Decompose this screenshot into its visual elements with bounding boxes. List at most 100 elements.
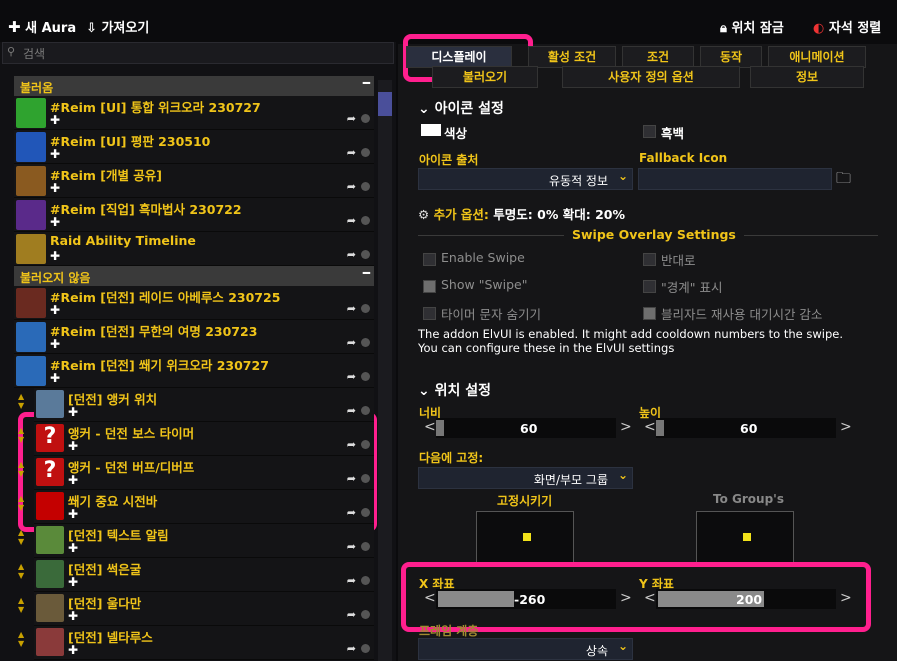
reorder-icon[interactable]: ▲ ▼ bbox=[18, 392, 24, 410]
share-icon[interactable]: ➦ bbox=[347, 472, 356, 485]
share-icon[interactable]: ➦ bbox=[347, 404, 356, 417]
color-swatch[interactable] bbox=[421, 124, 441, 136]
share-icon[interactable]: ➦ bbox=[347, 642, 356, 655]
icon-settings-header[interactable]: ⌄ 아이콘 설정 bbox=[418, 98, 504, 118]
plus-icon[interactable]: ✚ bbox=[50, 113, 60, 127]
share-icon[interactable]: ➦ bbox=[347, 540, 356, 553]
aura-list-item[interactable]: #Reim [던전] 쐐기 위크오라 230727 ✚ ➦ bbox=[14, 354, 374, 388]
group-header-loaded[interactable]: 불러옴 ━ bbox=[14, 76, 374, 96]
tab-4[interactable]: 애니메이션 bbox=[768, 46, 866, 68]
list-scrollbar[interactable] bbox=[378, 80, 392, 661]
reorder-icon[interactable]: ▲ ▼ bbox=[18, 630, 24, 648]
tab2-1[interactable]: 사용자 정의 옵션 bbox=[562, 66, 740, 88]
import-button[interactable]: ⇩ 가져오기 bbox=[86, 17, 149, 36]
aura-list-item[interactable]: #Reim [개별 공유] ✚ ➦ bbox=[14, 164, 374, 198]
lock-position-button[interactable]: 🔒︎ 위치 잠금 bbox=[720, 17, 784, 36]
share-icon[interactable]: ➦ bbox=[347, 214, 356, 227]
plus-icon[interactable]: ✚ bbox=[50, 371, 60, 385]
reorder-icon[interactable]: ▲ ▼ bbox=[18, 460, 24, 478]
search-input[interactable]: ⚲ 검색 bbox=[2, 42, 394, 64]
load-status-icon[interactable] bbox=[361, 114, 370, 123]
position-settings-header[interactable]: ⌄ 위치 설정 bbox=[418, 380, 491, 400]
show-swipe-checkbox[interactable] bbox=[423, 280, 436, 293]
load-status-icon[interactable] bbox=[361, 474, 370, 483]
tab2-0[interactable]: 불러오기 bbox=[432, 66, 538, 88]
anchor-dropdown[interactable]: 화면/부모 그룹 ⌄ bbox=[418, 467, 633, 489]
load-status-icon[interactable] bbox=[361, 508, 370, 517]
tab2-2[interactable]: 정보 bbox=[750, 66, 864, 88]
share-icon[interactable]: ➦ bbox=[347, 248, 356, 261]
tab-1[interactable]: 활성 조건 bbox=[528, 46, 616, 68]
aura-type-icon[interactable]: ✚ bbox=[68, 439, 78, 453]
collapse-icon[interactable]: ━ bbox=[363, 76, 370, 90]
chevron-right-icon[interactable]: > bbox=[840, 419, 852, 435]
share-icon[interactable]: ➦ bbox=[347, 112, 356, 125]
chevron-left-icon[interactable]: < bbox=[644, 419, 656, 435]
aura-list-item[interactable]: #Reim [직업] 흑마법사 230722 ✚ ➦ bbox=[14, 198, 374, 232]
hide-timer-checkbox[interactable] bbox=[423, 307, 436, 320]
plus-icon[interactable]: ✚ bbox=[50, 181, 60, 195]
load-status-icon[interactable] bbox=[361, 576, 370, 585]
share-icon[interactable]: ➦ bbox=[347, 574, 356, 587]
aura-list-item[interactable]: Raid Ability Timeline ✚ ➦ bbox=[14, 232, 374, 266]
plus-icon[interactable]: ✚ bbox=[50, 215, 60, 229]
aura-type-icon[interactable]: ✚ bbox=[68, 643, 78, 657]
load-status-icon[interactable] bbox=[361, 304, 370, 313]
group-header-unloaded[interactable]: 불러오지 않음 ━ bbox=[14, 266, 374, 286]
load-status-icon[interactable] bbox=[361, 406, 370, 415]
load-status-icon[interactable] bbox=[361, 250, 370, 259]
new-aura-button[interactable]: ✚ 새 Aura bbox=[8, 17, 76, 36]
aura-list-item[interactable]: [던전] 울다만 ✚ ➦ ▲ ▼ bbox=[18, 592, 374, 626]
aura-list-item[interactable]: ? 앵커 - 던전 버프/디버프 ✚ ➦ ▲ ▼ bbox=[18, 456, 374, 490]
share-icon[interactable]: ➦ bbox=[347, 438, 356, 451]
reorder-icon[interactable]: ▲ ▼ bbox=[18, 596, 24, 614]
load-status-icon[interactable] bbox=[361, 148, 370, 157]
load-status-icon[interactable] bbox=[361, 372, 370, 381]
aura-type-icon[interactable]: ✚ bbox=[68, 541, 78, 555]
load-status-icon[interactable] bbox=[361, 440, 370, 449]
load-status-icon[interactable] bbox=[361, 610, 370, 619]
share-icon[interactable]: ➦ bbox=[347, 336, 356, 349]
load-status-icon[interactable] bbox=[361, 644, 370, 653]
scrollbar-thumb[interactable] bbox=[378, 92, 392, 116]
aura-list-item[interactable]: 쐐기 중요 시전바 ✚ ➦ ▲ ▼ bbox=[18, 490, 374, 524]
share-icon[interactable]: ➦ bbox=[347, 370, 356, 383]
magnet-align-button[interactable]: ◐ 자석 정렬 bbox=[813, 17, 881, 36]
chevron-left-icon[interactable]: < bbox=[424, 419, 436, 435]
aura-type-icon[interactable]: ✚ bbox=[68, 575, 78, 589]
aura-list-item[interactable]: #Reim [UI] 통합 위크오라 230727 ✚ ➦ bbox=[14, 96, 374, 130]
plus-icon[interactable]: ✚ bbox=[50, 249, 60, 263]
tab-2[interactable]: 조건 bbox=[622, 46, 694, 68]
tab-3[interactable]: 동작 bbox=[700, 46, 762, 68]
aura-list-item[interactable]: [던전] 앵커 위치 ✚ ➦ ▲ ▼ bbox=[18, 388, 374, 422]
reorder-icon[interactable]: ▲ ▼ bbox=[18, 426, 24, 444]
fallback-icon-input[interactable] bbox=[638, 168, 832, 190]
height-slider[interactable]: 60 bbox=[656, 418, 836, 438]
folder-icon[interactable]: 🗀 bbox=[836, 168, 851, 193]
tab-0[interactable]: 디스플레이 bbox=[406, 46, 512, 68]
share-icon[interactable]: ➦ bbox=[347, 146, 356, 159]
frame-strata-dropdown[interactable]: 상속 ⌄ bbox=[418, 638, 633, 660]
aura-list-item[interactable]: ? 앵커 - 던전 보스 타이머 ✚ ➦ ▲ ▼ bbox=[18, 422, 374, 456]
share-icon[interactable]: ➦ bbox=[347, 506, 356, 519]
chevron-right-icon[interactable]: > bbox=[620, 419, 632, 435]
icon-source-dropdown[interactable]: 유동적 정보 ⌄ bbox=[418, 168, 633, 190]
collapse-icon[interactable]: ━ bbox=[363, 266, 370, 280]
aura-list-item[interactable]: #Reim [던전] 무한의 여명 230723 ✚ ➦ bbox=[14, 320, 374, 354]
reorder-icon[interactable]: ▲ ▼ bbox=[18, 494, 24, 512]
plus-icon[interactable]: ✚ bbox=[50, 303, 60, 317]
to-group-grid[interactable] bbox=[696, 511, 794, 565]
aura-list-item[interactable]: #Reim [UI] 평판 230510 ✚ ➦ bbox=[14, 130, 374, 164]
reorder-icon[interactable]: ▲ ▼ bbox=[18, 528, 24, 546]
aura-type-icon[interactable]: ✚ bbox=[68, 473, 78, 487]
reverse-checkbox[interactable] bbox=[643, 253, 656, 266]
aura-list-item[interactable]: #Reim [던전] 레이드 아베루스 230725 ✚ ➦ bbox=[14, 286, 374, 320]
show-edge-checkbox[interactable] bbox=[643, 280, 656, 293]
aura-type-icon[interactable]: ✚ bbox=[68, 405, 78, 419]
extra-options-row[interactable]: ⚙ 추가 옵션: 투명도: 0% 확대: 20% bbox=[418, 204, 625, 223]
plus-icon[interactable]: ✚ bbox=[50, 337, 60, 351]
aura-list-item[interactable]: [던전] 넬타루스 ✚ ➦ ▲ ▼ bbox=[18, 626, 374, 660]
share-icon[interactable]: ➦ bbox=[347, 608, 356, 621]
share-icon[interactable]: ➦ bbox=[347, 302, 356, 315]
load-status-icon[interactable] bbox=[361, 216, 370, 225]
